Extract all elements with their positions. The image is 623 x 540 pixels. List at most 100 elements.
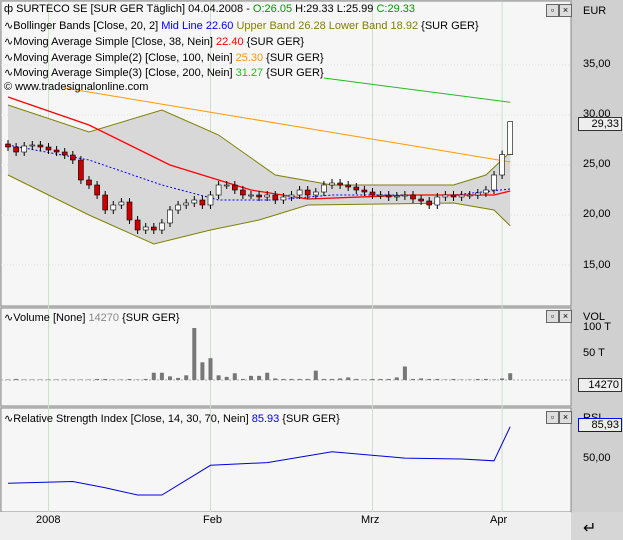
volume-bar: [443, 379, 448, 380]
candle: [45, 146, 52, 151]
candle: [272, 194, 279, 201]
volume-tick: 50 T: [583, 347, 605, 359]
volume-bar: [176, 377, 181, 380]
volume-bar: [362, 379, 367, 380]
candle: [102, 194, 108, 211]
candle: [337, 182, 343, 186]
volume-bar: [232, 373, 237, 380]
close-rsi-button[interactable]: ×: [559, 411, 572, 424]
volume-bar: [451, 378, 456, 380]
x-label-feb: Feb: [203, 514, 222, 526]
candle: [458, 194, 465, 198]
volume-bar: [467, 379, 472, 380]
candle: [450, 194, 457, 198]
time-axis: [0, 512, 571, 540]
volume-bar: [257, 375, 262, 380]
volume-bar: [354, 378, 359, 380]
candle: [296, 189, 303, 196]
volume-bar: [46, 379, 51, 380]
candle: [288, 194, 295, 198]
volume-bar: [192, 328, 197, 380]
volume-bar: [265, 372, 270, 380]
candle: [151, 226, 157, 231]
candle: [232, 184, 238, 191]
candle: [86, 179, 92, 186]
legend-ma100[interactable]: ∿Moving Average Simple(2) [Close, 100, N…: [4, 51, 324, 64]
legend-bollinger[interactable]: ∿Bollinger Bands [Close, 20, 2] Mid Line…: [4, 19, 479, 32]
volume-bar: [273, 378, 278, 380]
candle: [29, 144, 36, 147]
volume-bar: [297, 378, 302, 380]
candle: [280, 196, 287, 201]
close-pane-button[interactable]: ×: [559, 4, 572, 17]
candle: [466, 194, 473, 197]
candle: [37, 144, 44, 148]
price-tick: 35,00: [583, 58, 611, 70]
candle: [248, 194, 254, 197]
volume-bar: [508, 373, 513, 380]
volume-bar: [459, 379, 464, 380]
close-volume-button[interactable]: ×: [559, 310, 572, 323]
candle: [369, 191, 376, 196]
volume-bar: [419, 378, 424, 380]
volume-bar: [184, 375, 189, 380]
volume-bar: [313, 370, 318, 380]
candle: [134, 219, 141, 231]
candle: [191, 199, 198, 204]
volume-bar: [78, 379, 83, 380]
candle: [207, 194, 214, 206]
volume-bar: [22, 379, 27, 380]
candle: [167, 209, 173, 224]
candle: [5, 143, 11, 148]
volume-bar: [386, 378, 391, 380]
candle: [256, 194, 262, 198]
volume-bar: [216, 375, 221, 380]
candle: [377, 194, 384, 197]
legend-volume[interactable]: ∿Volume [None] 14270 {SUR GER}: [4, 311, 180, 324]
candle: [426, 200, 433, 206]
volume-bar: [330, 378, 334, 380]
candle: [442, 194, 449, 198]
volume-bar: [200, 362, 205, 380]
candle: [78, 159, 84, 181]
legend-ma38[interactable]: ∿Moving Average Simple [Close, 38, Nein]…: [4, 35, 304, 48]
candle: [110, 204, 117, 211]
candle: [312, 191, 319, 196]
candle: [345, 184, 352, 188]
volume-tick: 100 T: [583, 321, 611, 333]
candle: [142, 226, 149, 231]
x-label-mrz: Mrz: [361, 514, 380, 526]
volume-bar: [151, 372, 156, 380]
candle: [183, 202, 189, 206]
volume-bar: [14, 378, 19, 380]
candle: [491, 174, 497, 191]
candle: [353, 186, 360, 191]
bar-icon: ф: [4, 3, 17, 15]
legend-rsi[interactable]: ∿Relative Strength Index [Close, 14, 30,…: [4, 412, 340, 425]
volume-bar: [30, 379, 35, 380]
volume-bar: [483, 378, 488, 380]
candle: [240, 189, 246, 196]
volume-bar: [143, 378, 148, 380]
candle: [175, 204, 181, 211]
return-arrow-icon[interactable]: ↵: [583, 518, 596, 538]
candle: [321, 184, 327, 193]
volume-bar: [208, 358, 213, 380]
price-tick: 25,00: [583, 158, 611, 170]
rsi-last-tag: 85,93: [578, 418, 622, 432]
legend-ma200[interactable]: ∿Moving Average Simple(3) [Close, 200, N…: [4, 66, 324, 79]
volume-bar: [289, 378, 294, 380]
maximize-pane-button[interactable]: ▫: [546, 4, 559, 17]
candle: [329, 182, 335, 186]
candle: [264, 194, 271, 198]
candle: [159, 222, 165, 231]
volume-bar: [411, 378, 415, 380]
volume-bar: [224, 376, 229, 380]
volume-bar: [475, 378, 480, 380]
volume-bar: [427, 378, 432, 380]
volume-bar: [321, 378, 326, 380]
volume-last-tag: 14270: [578, 378, 622, 392]
maximize-volume-button[interactable]: ▫: [546, 310, 559, 323]
candle: [21, 145, 28, 153]
maximize-rsi-button[interactable]: ▫: [546, 411, 559, 424]
